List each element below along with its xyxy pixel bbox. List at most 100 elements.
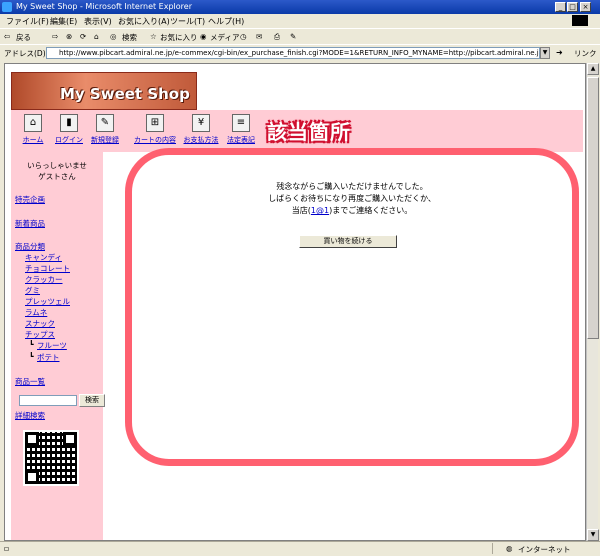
address-input[interactable]: http://www.pibcart.admiral.ne.jp/e-comme… xyxy=(46,47,540,59)
door-icon: ▮ xyxy=(60,114,78,132)
highlight-label: 該当箇所 xyxy=(267,120,351,144)
nav-login[interactable]: ▮ ログイン xyxy=(49,114,89,145)
greeting-line2: ゲストさん xyxy=(38,172,76,181)
nav-payment[interactable]: ¥ お支払方法 xyxy=(179,114,223,145)
sidebar-category-item[interactable]: スナック xyxy=(25,318,55,329)
menu-tools[interactable]: ツール(T) xyxy=(170,16,205,27)
shop-contact-link[interactable]: 1@1 xyxy=(311,206,329,215)
sidebar-category-item[interactable]: キャンディ xyxy=(25,252,62,263)
cart-icon: ⊞ xyxy=(146,114,164,132)
windows-logo-icon xyxy=(572,15,588,26)
nav-payment-label[interactable]: お支払方法 xyxy=(179,135,223,145)
nav-legal[interactable]: ≡ 法定表記 xyxy=(221,114,261,145)
error-message: 残念ながらご購入いただけませんでした。 しばらくお待ちになり再度ご購入いただくか… xyxy=(125,181,579,217)
nav-cart[interactable]: ⊞ カートの内容 xyxy=(131,114,179,145)
sidebar-subcategory-item[interactable]: フルーツ xyxy=(37,340,67,351)
status-bar: ▫ ◍ インターネット xyxy=(0,541,600,556)
search-icon[interactable]: ◎ xyxy=(110,32,117,41)
message-line2: しばらくお待ちになり再度ご購入いただくか、 xyxy=(268,194,436,203)
menu-file[interactable]: ファイル(F) xyxy=(6,16,49,27)
qr-finder-mark xyxy=(25,470,39,484)
favorites-button[interactable]: お気に入り xyxy=(160,32,198,43)
document-icon: ≡ xyxy=(232,114,250,132)
globe-icon: ◍ xyxy=(506,544,513,553)
sidebar-link-advanced-search[interactable]: 詳細検索 xyxy=(15,410,45,421)
sidebar-category-item[interactable]: チョコレート xyxy=(25,263,70,274)
sidebar-category-item[interactable]: クラッカー xyxy=(25,274,63,285)
menu-bar: ファイル(F) 編集(E) 表示(V) お気に入り(A) ツール(T) ヘルプ(… xyxy=(0,14,600,28)
window-title: My Sweet Shop - Microsoft Internet Explo… xyxy=(16,2,192,11)
nav-home-label[interactable]: ホーム xyxy=(13,135,53,145)
address-url: http://www.pibcart.admiral.ne.jp/e-comme… xyxy=(59,49,540,57)
sidebar-category-item[interactable]: チップス xyxy=(25,329,55,340)
stop-icon[interactable]: ⊗ xyxy=(66,32,72,41)
sidebar-category-item[interactable]: ラムネ xyxy=(25,307,47,318)
favorites-icon[interactable]: ☆ xyxy=(150,32,157,41)
menu-view[interactable]: 表示(V) xyxy=(84,16,112,27)
sidebar-link-new[interactable]: 新着商品 xyxy=(15,218,45,229)
sidebar-link-feature[interactable]: 特売企画 xyxy=(15,194,45,205)
media-icon[interactable]: ◉ xyxy=(200,32,207,41)
minimize-button[interactable]: _ xyxy=(555,2,566,12)
tree-connector: ┗ xyxy=(29,352,34,361)
message-line3-pre: 当店( xyxy=(291,206,311,215)
greeting-line1: いらっしゃいませ xyxy=(27,161,87,170)
qr-code xyxy=(23,430,79,486)
go-icon[interactable]: ➜ xyxy=(556,48,563,57)
refresh-icon[interactable]: ⟳ xyxy=(80,32,86,41)
edit-icon[interactable]: ✎ xyxy=(290,32,296,41)
continue-shopping-button[interactable]: 買い物を続ける xyxy=(299,235,397,248)
sidebar-link-product-list[interactable]: 商品一覧 xyxy=(15,376,45,387)
sidebar: いらっしゃいませ ゲストさん 特売企画 新着商品 商品分類 キャンディ チョコレ… xyxy=(11,152,105,540)
message-line1: 残念ながらご購入いただけませんでした。 xyxy=(276,182,428,191)
title-bar: My Sweet Shop - Microsoft Internet Explo… xyxy=(0,0,600,14)
links-label[interactable]: リンク xyxy=(574,48,597,59)
mail-icon[interactable]: ✉ xyxy=(256,32,262,41)
print-icon[interactable]: ⎙ xyxy=(274,32,280,42)
nav-cart-label[interactable]: カートの内容 xyxy=(131,135,179,145)
back-button[interactable]: 戻る xyxy=(16,32,31,43)
status-zone: インターネット xyxy=(518,545,571,554)
nav-home[interactable]: ⌂ ホーム xyxy=(13,114,53,145)
sidebar-search-button[interactable]: 検索 xyxy=(79,394,105,407)
shop-logo[interactable]: My Sweet Shop xyxy=(11,72,197,110)
qr-finder-mark xyxy=(63,432,77,446)
search-button[interactable]: 検索 xyxy=(122,32,137,43)
nav-register[interactable]: ✎ 新規登録 xyxy=(85,114,125,145)
address-bar: アドレス(D) http://www.pibcart.admiral.ne.jp… xyxy=(0,44,600,62)
scroll-down-icon[interactable]: ▼ xyxy=(587,529,599,541)
pen-icon: ✎ xyxy=(96,114,114,132)
menu-help[interactable]: ヘルプ(H) xyxy=(208,16,244,27)
toolbar: ⇦ 戻る ⇨ ⊗ ⟳ ⌂ ◎ 検索 ☆ お気に入り ◉ メディア ◷ ✉ ⎙ ✎ xyxy=(0,28,600,45)
sidebar-search-input[interactable] xyxy=(19,395,77,406)
home-icon[interactable]: ⌂ xyxy=(94,32,99,41)
media-button[interactable]: メディア xyxy=(210,32,239,43)
close-button[interactable]: × xyxy=(580,2,591,12)
vertical-scrollbar[interactable]: ▲ ▼ xyxy=(586,63,599,541)
message-line3-post: )までご連絡ください。 xyxy=(329,206,413,215)
sidebar-subcategory-item[interactable]: ポテト xyxy=(37,352,60,363)
sidebar-category-item[interactable]: グミ xyxy=(25,285,40,296)
maximize-button[interactable]: □ xyxy=(567,2,578,12)
nav-register-label[interactable]: 新規登録 xyxy=(85,135,125,145)
yen-icon: ¥ xyxy=(192,114,210,132)
ie-icon xyxy=(2,2,12,12)
nav-legal-label[interactable]: 法定表記 xyxy=(221,135,261,145)
greeting: いらっしゃいませ ゲストさん xyxy=(11,160,103,182)
status-page-icon: ▫ xyxy=(4,544,10,553)
scroll-thumb[interactable] xyxy=(587,77,599,339)
address-dropdown-icon[interactable]: ▼ xyxy=(540,47,550,59)
sidebar-category-title[interactable]: 商品分類 xyxy=(15,241,45,252)
scroll-up-icon[interactable]: ▲ xyxy=(587,63,599,75)
back-arrow-icon[interactable]: ⇦ xyxy=(4,32,10,41)
history-icon[interactable]: ◷ xyxy=(240,32,247,41)
shop-logo-text: My Sweet Shop xyxy=(60,85,190,103)
page-viewport: My Sweet Shop ⌂ ホーム ▮ ログイン ✎ 新規登録 ⊞ カートの… xyxy=(4,63,586,541)
sidebar-category-item[interactable]: プレッツェル xyxy=(25,296,70,307)
forward-icon[interactable]: ⇨ xyxy=(52,32,58,41)
qr-finder-mark xyxy=(25,432,39,446)
menu-edit[interactable]: 編集(E) xyxy=(50,16,77,27)
menu-favorites[interactable]: お気に入り(A) xyxy=(118,16,170,27)
address-label: アドレス(D) xyxy=(4,49,46,58)
nav-login-label[interactable]: ログイン xyxy=(49,135,89,145)
